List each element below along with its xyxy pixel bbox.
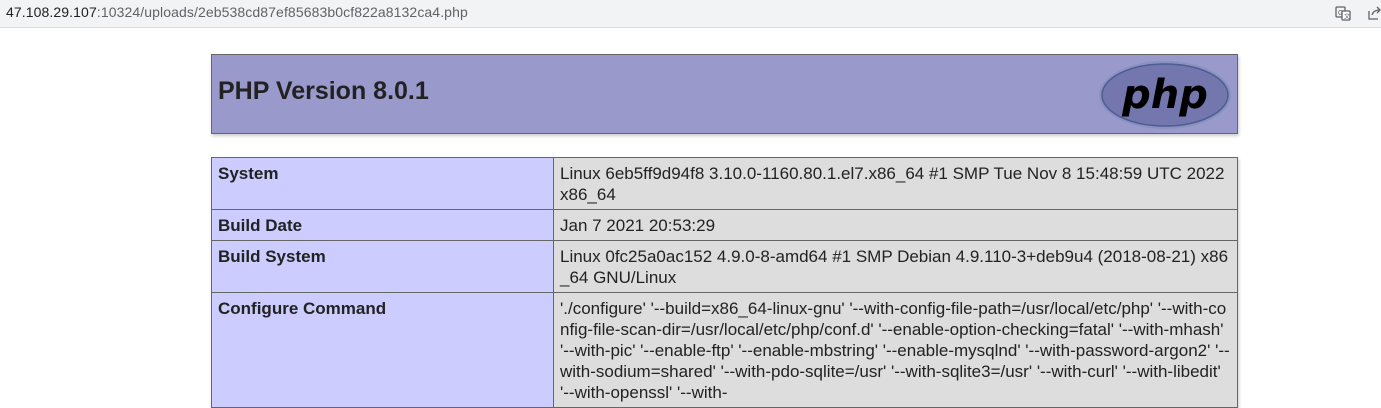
row-key-build-date: Build Date (211, 209, 554, 241)
page-title: PHP Version 8.0.1 (218, 77, 429, 105)
php-logo-icon[interactable]: php (1098, 60, 1232, 130)
php-logo-text: php (1121, 72, 1208, 118)
row-value-build-date: Jan 7 2021 20:53:29 (553, 209, 1238, 241)
translate-icon[interactable]: G 文 (1335, 5, 1351, 21)
table-row: Build System Linux 0fc25a0ac152 4.9.0-8-… (211, 240, 1238, 293)
row-key-build-system: Build System (211, 240, 554, 293)
info-table: System Linux 6eb5ff9d94f8 3.10.0-1160.80… (211, 157, 1238, 408)
row-value-build-system: Linux 0fc25a0ac152 4.9.0-8-amd64 #1 SMP … (553, 240, 1238, 293)
row-key-configure-command: Configure Command (211, 292, 554, 408)
table-row: System Linux 6eb5ff9d94f8 3.10.0-1160.80… (211, 157, 1238, 210)
svg-text:文: 文 (1344, 13, 1350, 21)
table-row: Configure Command './configure' '--build… (211, 292, 1238, 408)
url-text[interactable]: 47.108.29.107:10324/uploads/2eb538cd87ef… (6, 4, 468, 20)
phpinfo-container: PHP Version 8.0.1 php System Linux 6eb5f… (211, 54, 1238, 408)
address-bar[interactable]: 47.108.29.107:10324/uploads/2eb538cd87ef… (0, 0, 1381, 28)
row-key-system: System (211, 157, 554, 210)
table-row: Build Date Jan 7 2021 20:53:29 (211, 209, 1238, 241)
phpinfo-header: PHP Version 8.0.1 php (211, 54, 1238, 134)
url-host: 47.108.29.107 (6, 4, 97, 20)
row-value-configure-command: './configure' '--build=x86_64-linux-gnu'… (553, 292, 1238, 408)
row-value-system: Linux 6eb5ff9d94f8 3.10.0-1160.80.1.el7.… (553, 157, 1238, 210)
share-icon[interactable] (1366, 5, 1381, 21)
url-path: :10324/uploads/2eb538cd87ef85683b0cf822a… (96, 4, 468, 20)
